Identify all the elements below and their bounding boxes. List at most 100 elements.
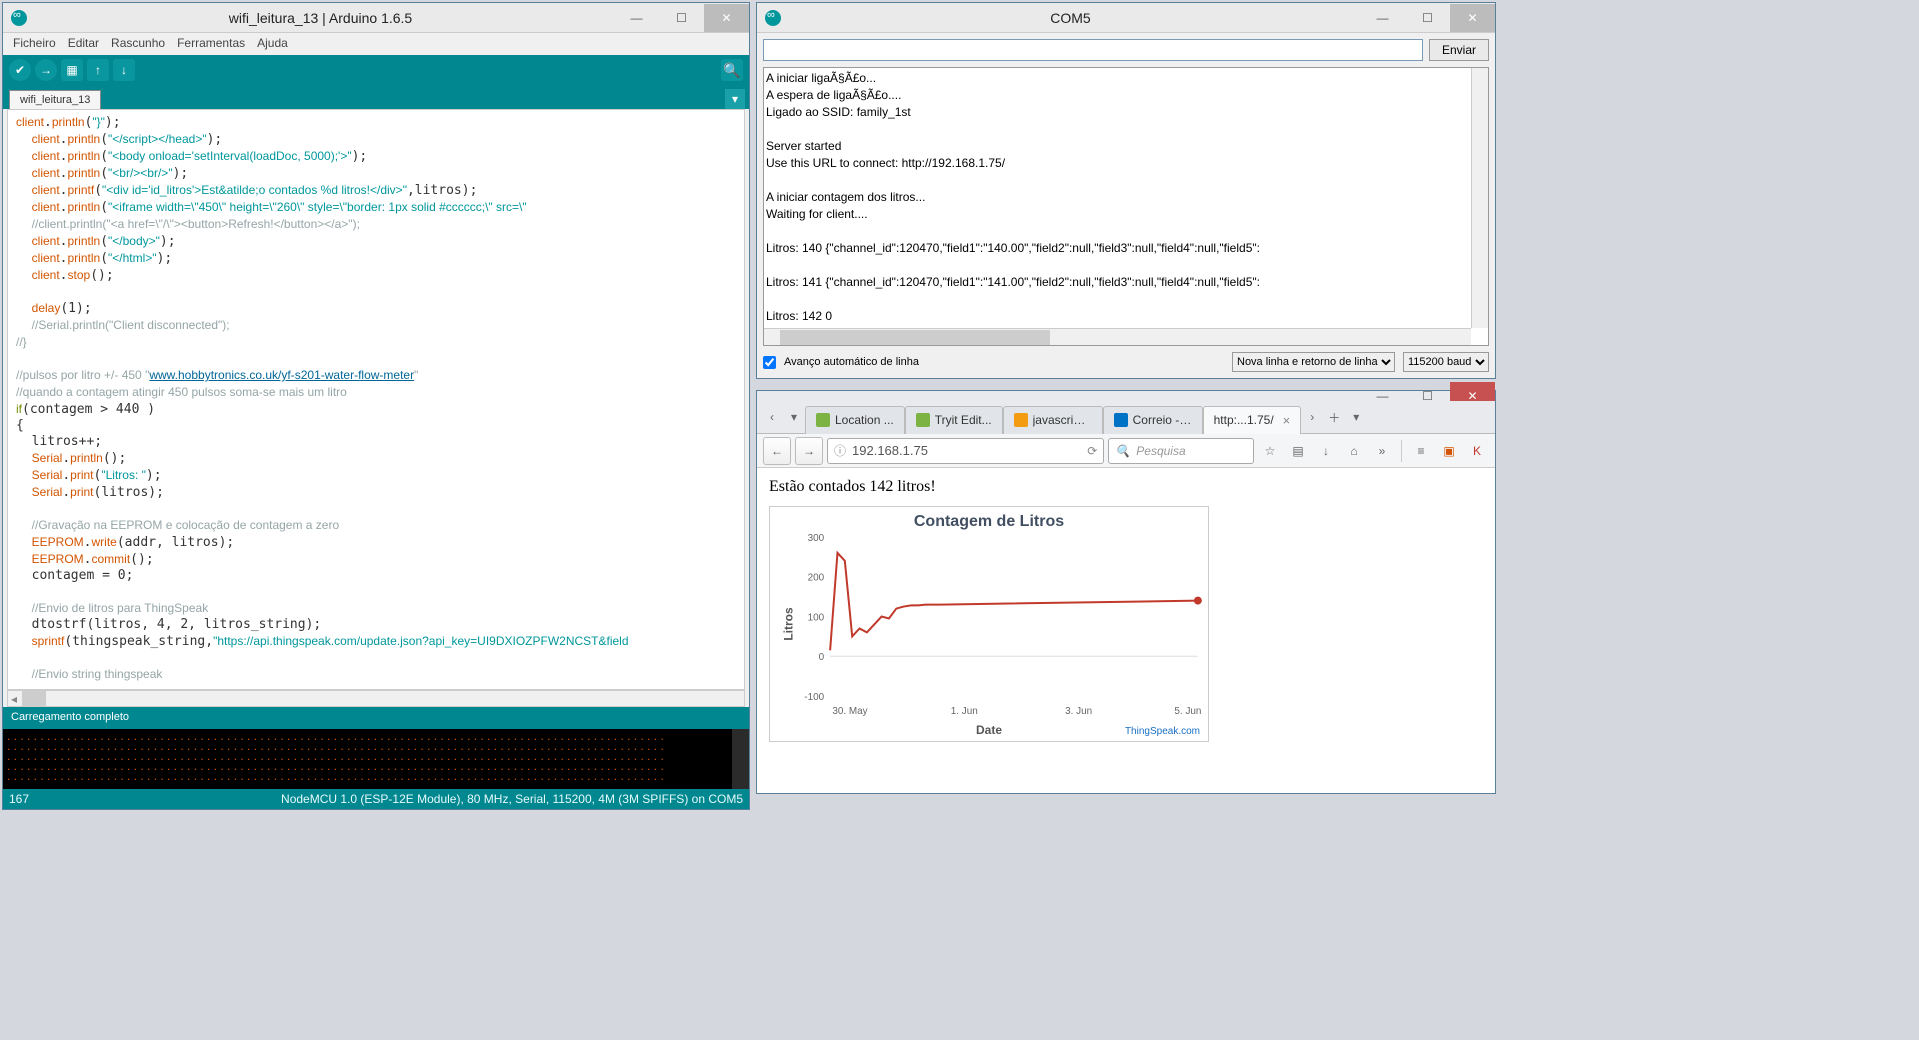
window-controls: — ☐ ✕	[614, 4, 749, 32]
bookmark-star-icon[interactable]: ☆	[1258, 439, 1282, 463]
svg-text:1. Jun: 1. Jun	[951, 706, 978, 717]
back-button[interactable]: ←	[763, 437, 791, 465]
line-number-indicator: 167	[9, 792, 281, 806]
menu-ajuda[interactable]: Ajuda	[257, 36, 288, 52]
w3-icon	[816, 413, 830, 427]
tab-overflow-icon[interactable]: ▾	[1345, 406, 1367, 428]
arduino-titlebar[interactable]: wifi_leitura_13 | Arduino 1.6.5 — ☐ ✕	[3, 3, 749, 33]
new-sketch-button[interactable]: ▦	[61, 59, 83, 81]
serial-monitor-window: COM5 — ☐ ✕ Enviar A iniciar ligaÃ§Ã£o...…	[756, 2, 1496, 379]
forward-button[interactable]: →	[795, 437, 823, 465]
editor-horizontal-scrollbar[interactable]: ◂	[7, 690, 745, 707]
arduino-window-title: wifi_leitura_13 | Arduino 1.6.5	[27, 10, 614, 26]
arduino-status-bar: Carregamento completo	[3, 707, 749, 729]
svg-text:5. Jun: 5. Jun	[1174, 706, 1201, 717]
browser-content[interactable]: Estão contados 142 litros! Contagem de L…	[757, 468, 1495, 793]
arduino-menubar: Ficheiro Editar Rascunho Ferramentas Aju…	[3, 33, 749, 55]
browser-window: — ☐ ✕ ‹ ▾ Location ... Tryit Edit... jav…	[756, 390, 1496, 794]
arduino-ide-window: wifi_leitura_13 | Arduino 1.6.5 — ☐ ✕ Fi…	[2, 2, 750, 810]
downloads-icon[interactable]: ↓	[1314, 439, 1338, 463]
serial-monitor-button[interactable]: 🔍	[721, 59, 743, 81]
serial-send-button[interactable]: Enviar	[1429, 39, 1489, 61]
chart-plot-area: 300 200 100 0 -100 30. May 1. Jun 3. Jun…	[830, 537, 1198, 701]
sketch-tab[interactable]: wifi_leitura_13	[9, 90, 101, 109]
reader-icon[interactable]: ▤	[1286, 439, 1310, 463]
svg-text:300: 300	[808, 533, 825, 544]
chart-title: Contagem de Litros	[770, 507, 1208, 531]
baud-rate-select[interactable]: 115200 baud	[1403, 352, 1489, 372]
tab-label: Correio - ...	[1133, 413, 1192, 427]
browser-tab[interactable]: Location ...	[805, 406, 905, 434]
browser-tab-active[interactable]: http:...1.75/ ×	[1203, 406, 1302, 434]
tab-label: Tryit Edit...	[935, 413, 992, 427]
serial-send-row: Enviar	[757, 33, 1495, 67]
home-icon[interactable]: ⌂	[1342, 439, 1366, 463]
identity-icon[interactable]: ⓘ	[834, 442, 846, 459]
svg-text:-100: -100	[804, 692, 824, 703]
outlook-icon	[1114, 413, 1128, 427]
svg-text:3. Jun: 3. Jun	[1065, 706, 1092, 717]
new-tab-button[interactable]: ＋	[1323, 406, 1345, 428]
tab-label: http:...1.75/	[1214, 413, 1274, 427]
search-bar[interactable]: 🔍 Pesquisa	[1108, 438, 1254, 464]
tab-scroll-right-icon[interactable]: ›	[1301, 406, 1323, 428]
save-sketch-button[interactable]: ↓	[113, 59, 135, 81]
autoscroll-checkbox[interactable]	[763, 356, 776, 369]
console-line: . . . . . . . . . . . . . . . . . . . . …	[7, 771, 728, 781]
serial-output[interactable]: A iniciar ligaÃ§Ã£o... A espera de ligaÃ…	[763, 67, 1489, 346]
serial-footer: Avanço automático de linha Nova linha e …	[757, 346, 1495, 378]
menu-ficheiro[interactable]: Ficheiro	[13, 36, 56, 52]
sketch-tab-bar: wifi_leitura_13 ▾	[3, 85, 749, 109]
menu-icon[interactable]: ≡	[1409, 439, 1433, 463]
page-heading: Estão contados 142 litros!	[769, 478, 1483, 496]
tab-menu-button[interactable]: ▾	[725, 89, 745, 109]
serial-titlebar[interactable]: COM5 — ☐ ✕	[757, 3, 1495, 33]
arduino-toolbar: ✔ → ▦ ↑ ↓ 🔍	[3, 55, 749, 85]
browser-tabstrip: ‹ ▾ Location ... Tryit Edit... javascrip…	[757, 401, 1495, 434]
thingspeak-chart: Contagem de Litros Litros Date ThingSpea…	[769, 506, 1209, 742]
minimize-button[interactable]: —	[614, 4, 659, 32]
tab-scroll-left-icon[interactable]: ‹	[761, 406, 783, 428]
menu-rascunho[interactable]: Rascunho	[111, 36, 165, 52]
svg-text:0: 0	[819, 652, 825, 663]
window-controls: — ☐ ✕	[1360, 4, 1495, 32]
arduino-output-console[interactable]: . . . . . . . . . . . . . . . . . . . . …	[3, 729, 749, 789]
line-ending-select[interactable]: Nova linha e retorno de linha	[1232, 352, 1395, 372]
thingspeak-link[interactable]: ThingSpeak.com	[1125, 726, 1200, 737]
svg-text:100: 100	[808, 612, 825, 623]
menu-ferramentas[interactable]: Ferramentas	[177, 36, 245, 52]
autoscroll-label: Avanço automático de linha	[784, 356, 919, 368]
verify-button[interactable]: ✔	[9, 59, 31, 81]
address-bar[interactable]: ⓘ 192.168.1.75 ⟳	[827, 438, 1104, 464]
close-button[interactable]: ✕	[1450, 4, 1495, 32]
browser-tab[interactable]: Tryit Edit...	[905, 406, 1003, 434]
serial-vertical-scrollbar[interactable]	[1471, 68, 1488, 328]
tab-list-icon[interactable]: ▾	[783, 406, 805, 428]
browser-toolbar: ← → ⓘ 192.168.1.75 ⟳ 🔍 Pesquisa ☆ ▤ ↓ ⌂ …	[757, 434, 1495, 468]
maximize-button[interactable]: ☐	[659, 4, 704, 32]
code-editor[interactable]: client.println("}"); client.println("</s…	[7, 109, 745, 690]
menu-editar[interactable]: Editar	[68, 36, 99, 52]
reload-icon[interactable]: ⟳	[1087, 444, 1097, 458]
svg-text:200: 200	[808, 573, 825, 584]
overflow-icon[interactable]: »	[1370, 439, 1394, 463]
serial-horizontal-scrollbar[interactable]	[764, 328, 1471, 345]
url-text: 192.168.1.75	[852, 443, 1081, 458]
serial-input-field[interactable]	[763, 39, 1423, 61]
maximize-button[interactable]: ☐	[1405, 4, 1450, 32]
tab-close-icon[interactable]: ×	[1283, 413, 1291, 428]
browser-titlebar[interactable]: — ☐ ✕	[757, 391, 1495, 401]
browser-tab[interactable]: javascript...	[1003, 406, 1103, 434]
search-icon: 🔍	[1115, 444, 1130, 458]
arduino-logo-icon	[11, 10, 27, 26]
minimize-button[interactable]: —	[1360, 4, 1405, 32]
svg-text:30. May: 30. May	[832, 706, 867, 717]
browser-tab[interactable]: Correio - ...	[1103, 406, 1203, 434]
firebug-icon[interactable]: ▣	[1437, 439, 1461, 463]
upload-button[interactable]: →	[35, 59, 57, 81]
open-sketch-button[interactable]: ↑	[87, 59, 109, 81]
serial-text: A iniciar ligaÃ§Ã£o... A espera de ligaÃ…	[766, 71, 1260, 323]
serial-window-title: COM5	[781, 10, 1360, 26]
close-button[interactable]: ✕	[704, 4, 749, 32]
kaspersky-icon[interactable]: K	[1465, 439, 1489, 463]
